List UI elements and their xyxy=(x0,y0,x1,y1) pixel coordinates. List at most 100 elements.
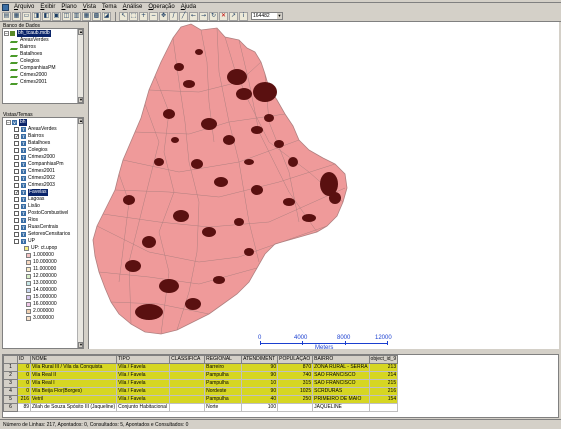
table-cell[interactable]: 90 xyxy=(241,371,279,380)
cursor-icon[interactable]: ↗ xyxy=(229,11,238,21)
map-canvas[interactable] xyxy=(88,22,559,349)
map-svg[interactable] xyxy=(89,22,560,349)
column-header-bairro[interactable]: BAIRRO xyxy=(312,355,370,364)
favela-area[interactable] xyxy=(201,118,217,130)
table-cell[interactable]: Zilah de Souza Spósito III (Jaqueline) xyxy=(29,403,118,412)
table-cell[interactable]: JAQUELINE xyxy=(312,403,370,412)
table-cell[interactable]: 90 xyxy=(241,387,279,396)
import-icon[interactable]: ◨ xyxy=(32,11,41,21)
scroll-up-icon[interactable]: ▲ xyxy=(78,29,83,35)
row-number[interactable]: 6 xyxy=(3,403,18,412)
favela-area[interactable] xyxy=(236,88,252,100)
favela-area[interactable] xyxy=(227,69,247,85)
refresh-icon[interactable]: ↻ xyxy=(209,11,218,21)
menu-tema[interactable]: Tema xyxy=(99,3,120,11)
info-tool-icon[interactable]: i xyxy=(239,11,248,21)
favela-area[interactable] xyxy=(214,177,228,187)
favela-area[interactable] xyxy=(195,49,203,55)
attribute-grid[interactable]: ID NOME TIPO CLASSIFICA REGIONAL ATENDIM… xyxy=(3,355,399,412)
theme-item[interactable]: T Crimes2002 xyxy=(4,175,76,182)
table-cell[interactable]: 10 xyxy=(241,379,279,388)
favela-area[interactable] xyxy=(142,236,156,248)
table-cell[interactable]: Nordeste xyxy=(204,387,243,396)
open-layer-icon[interactable]: ▦ xyxy=(12,11,21,21)
table-cell[interactable]: Vila Beija Flor(Borges) xyxy=(29,387,118,396)
favela-area[interactable] xyxy=(191,159,203,169)
query-icon[interactable]: ◧ xyxy=(42,11,51,21)
database-layer-item[interactable]: Colegios xyxy=(4,58,76,65)
collapse-icon[interactable]: − xyxy=(6,120,11,126)
table-cell[interactable]: 0 xyxy=(17,387,31,396)
chevron-down-icon[interactable]: ▼ xyxy=(277,13,282,19)
theme-checkbox[interactable] xyxy=(14,127,19,132)
favela-area[interactable] xyxy=(202,227,216,237)
table-cell[interactable]: Pampulha xyxy=(204,379,243,388)
print-icon[interactable]: ▭ xyxy=(22,11,31,21)
views-scrollbar[interactable]: ▲ ▼ xyxy=(77,118,83,348)
table-cell[interactable] xyxy=(368,403,399,412)
layer-icon[interactable]: ◫ xyxy=(62,11,71,21)
menu-plano[interactable]: Plano xyxy=(58,3,79,11)
attribute-table[interactable]: ID NOME TIPO CLASSIFICA REGIONAL ATENDIM… xyxy=(2,354,559,418)
table-cell[interactable]: Vila / Favela xyxy=(116,379,171,388)
favela-area[interactable] xyxy=(302,214,316,222)
favela-area[interactable] xyxy=(213,276,225,284)
table-cell[interactable] xyxy=(277,403,314,412)
theme-item[interactable]: T Rios xyxy=(4,217,76,224)
row-number[interactable]: 1 xyxy=(3,363,18,372)
theme-checkbox[interactable] xyxy=(14,169,19,174)
table-cell[interactable]: Vila Rural III / Vila da Conquista xyxy=(29,363,118,372)
column-header-atendiment[interactable]: ATENDIMENT xyxy=(241,355,279,364)
info-icon[interactable]: ◪ xyxy=(102,11,111,21)
table-cell[interactable]: Conjunto Habitacional xyxy=(116,403,171,412)
table-cell[interactable]: Barreiro xyxy=(204,363,243,372)
menu-vista[interactable]: Vista xyxy=(80,3,99,11)
favela-area[interactable] xyxy=(264,114,274,122)
menu-arquivo[interactable]: Arquivo xyxy=(11,3,37,11)
theme-checkbox[interactable] xyxy=(14,176,19,181)
table-row[interactable]: 4 0 Vila Beija Flor(Borges) Vila / Favela No… xyxy=(3,387,399,396)
favela-area[interactable] xyxy=(125,260,141,272)
table-cell[interactable]: SAO FRANCISCO xyxy=(312,371,370,380)
table-row[interactable]: 2 0 Vila Real II Vila / Favela Pampulha 90 740… xyxy=(3,371,399,380)
column-header-tipo[interactable]: TIPO xyxy=(116,355,171,364)
row-number[interactable]: 2 xyxy=(3,371,18,380)
row-number[interactable]: 4 xyxy=(3,387,18,396)
theme-checkbox[interactable] xyxy=(14,162,19,167)
table-cell[interactable]: 250 xyxy=(277,395,314,404)
table-cell[interactable]: 215 xyxy=(368,379,399,388)
column-header-id[interactable]: ID xyxy=(17,355,31,364)
favela-area[interactable] xyxy=(251,126,263,134)
menu-operacao[interactable]: Operação xyxy=(145,3,177,11)
table-cell[interactable]: Vila / Favela xyxy=(116,387,171,396)
theme-item[interactable]: T RuasCentrais xyxy=(4,224,76,231)
column-header-classifica[interactable]: CLASSIFICA xyxy=(169,355,206,364)
draw-icon[interactable]: / xyxy=(169,11,178,21)
table-cell[interactable] xyxy=(169,387,206,396)
table-cell[interactable]: 100 xyxy=(241,403,279,412)
theme-item[interactable]: T CompanhiasPm xyxy=(4,161,76,168)
zoom-area-icon[interactable]: ⬚ xyxy=(129,11,138,21)
column-header-nome[interactable]: NOME xyxy=(29,355,118,364)
row-number[interactable]: 5 xyxy=(3,395,18,404)
table-cell[interactable]: Vila Real I xyxy=(29,379,118,388)
arrow-left-icon[interactable]: ← xyxy=(189,11,198,21)
theme-checkbox[interactable] xyxy=(14,232,19,237)
theme-checkbox[interactable] xyxy=(14,155,19,160)
menu-ajuda[interactable]: Ajuda xyxy=(178,3,199,11)
table-cell[interactable] xyxy=(169,363,206,372)
table-cell[interactable]: 0 xyxy=(17,379,31,388)
favela-area[interactable] xyxy=(171,137,179,143)
theme-item[interactable]: ✓ T Bairros xyxy=(4,133,76,140)
theme-item[interactable]: ✓ T Favelas xyxy=(4,189,76,196)
theme-item[interactable]: T SetoresCensitarios xyxy=(4,231,76,238)
table-cell[interactable]: Norte xyxy=(204,403,243,412)
table-cell[interactable]: 315 xyxy=(277,379,314,388)
database-root[interactable]: − bh_tcaub.mdb xyxy=(4,30,76,37)
table-cell[interactable]: SAO FRANCISCO xyxy=(312,379,370,388)
favela-area[interactable] xyxy=(183,80,195,88)
table-row[interactable]: 3 0 Vila Real I Vila / Favela Pampulha 10 315 S… xyxy=(3,379,399,388)
theme-item[interactable]: T UP xyxy=(4,238,76,245)
ruler-icon[interactable]: ╱ xyxy=(179,11,188,21)
city-map[interactable] xyxy=(92,23,348,335)
